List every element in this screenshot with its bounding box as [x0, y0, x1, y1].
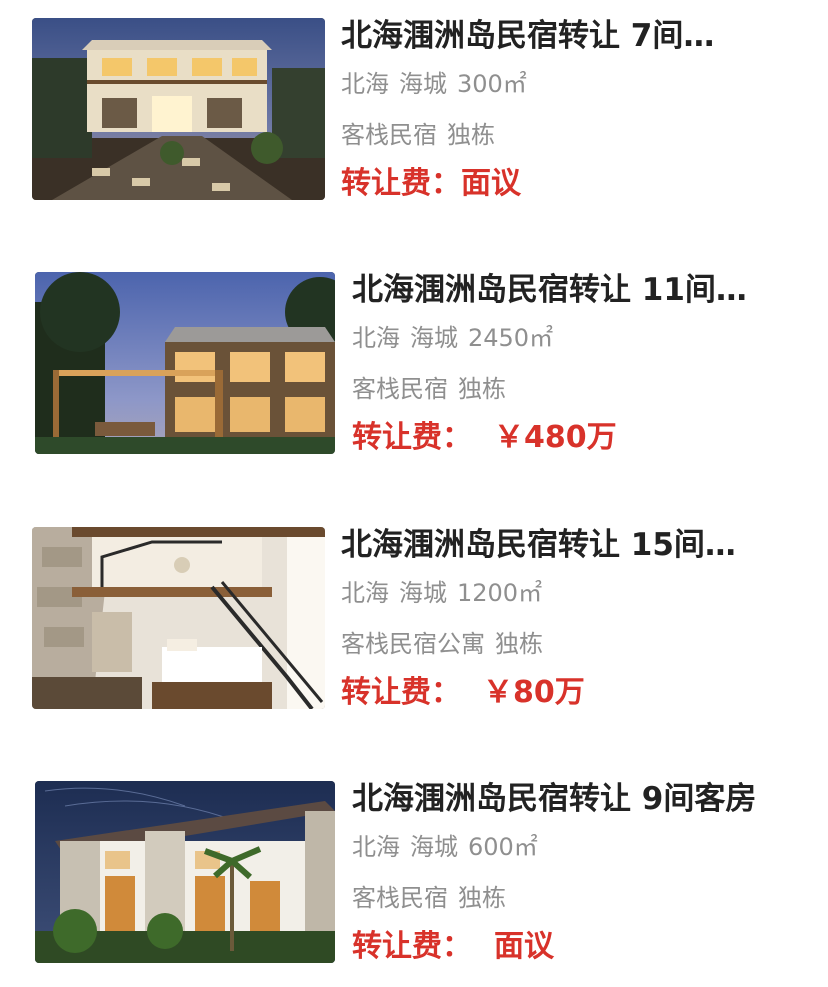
type-tag: 客栈民宿公寓 [341, 630, 485, 658]
building-tag: 独栋 [495, 630, 543, 658]
type-tag: 客栈民宿 [352, 375, 448, 403]
listing-card[interactable]: 北海涠洲岛民宿转让 7间… 北海 海城 300㎡ 客栈民宿 独栋 转让费：面议 [0, 16, 828, 216]
building-tag: 独栋 [458, 884, 506, 912]
area-label: 600㎡ [468, 833, 538, 861]
listing-title[interactable]: 北海涠洲岛民宿转让 9间客房 [352, 779, 812, 819]
price-value: 面议 [461, 166, 521, 201]
listing-title[interactable]: 北海涠洲岛民宿转让 11间… [352, 270, 812, 310]
city-label: 北海 [352, 833, 400, 861]
city-label: 北海 [352, 324, 400, 352]
city-label: 北海 [341, 70, 389, 98]
price-label: 转让费： [341, 166, 461, 201]
listing-tags: 客栈民宿 独栋 [341, 119, 495, 151]
building-tag: 独栋 [458, 375, 506, 403]
district-label: 海城 [399, 579, 447, 607]
price-label: 转让费： [352, 929, 472, 964]
villa-courtyard-night-image [32, 18, 325, 200]
building-tag: 独栋 [447, 121, 495, 149]
listing-tags: 客栈民宿 独栋 [352, 882, 506, 914]
transfer-fee: 转让费： ￥480万 [352, 418, 617, 458]
listing-location: 北海 海城 600㎡ [352, 831, 538, 863]
city-label: 北海 [341, 579, 389, 607]
area-label: 2450㎡ [468, 324, 554, 352]
area-label: 300㎡ [457, 70, 527, 98]
district-label: 海城 [410, 324, 458, 352]
listing-location: 北海 海城 1200㎡ [341, 577, 542, 609]
white-villa-palm-night-image [35, 781, 335, 963]
transfer-fee: 转让费：面议 [341, 164, 521, 204]
price-value: ￥480万 [494, 420, 617, 455]
transfer-fee: 转让费： 面议 [352, 927, 554, 967]
type-tag: 客栈民宿 [352, 884, 448, 912]
listing-title[interactable]: 北海涠洲岛民宿转让 7间… [341, 16, 801, 56]
listing-info: 北海涠洲岛民宿转让 7间… 北海 海城 300㎡ 客栈民宿 独栋 转让费：面议 [341, 16, 811, 216]
listing-photo[interactable] [32, 18, 325, 200]
loft-bedroom-interior-image [32, 527, 325, 709]
district-label: 海城 [410, 833, 458, 861]
listing-photo[interactable] [32, 527, 325, 709]
villa-pergola-dusk-image [35, 272, 335, 454]
listing-tags: 客栈民宿公寓 独栋 [341, 628, 543, 660]
area-label: 1200㎡ [457, 579, 543, 607]
listing-info: 北海涠洲岛民宿转让 11间… 北海 海城 2450㎡ 客栈民宿 独栋 转让费： ￥480… [352, 270, 812, 470]
district-label: 海城 [399, 70, 447, 98]
listing-photo[interactable] [35, 272, 335, 454]
listing-location: 北海 海城 2450㎡ [352, 322, 553, 354]
price-value: 面议 [494, 929, 554, 964]
listing-location: 北海 海城 300㎡ [341, 68, 527, 100]
price-label: 转让费： [341, 675, 461, 710]
listing-tags: 客栈民宿 独栋 [352, 373, 506, 405]
listing-card[interactable]: 北海涠洲岛民宿转让 15间… 北海 海城 1200㎡ 客栈民宿公寓 独栋 转让费： ￥8… [0, 525, 828, 725]
price-label: 转让费： [352, 420, 472, 455]
listing-card[interactable]: 北海涠洲岛民宿转让 11间… 北海 海城 2450㎡ 客栈民宿 独栋 转让费： ￥480… [0, 270, 828, 470]
listing-photo[interactable] [35, 781, 335, 963]
price-value: ￥80万 [483, 675, 585, 710]
listing-info: 北海涠洲岛民宿转让 9间客房 北海 海城 600㎡ 客栈民宿 独栋 转让费： 面议 [352, 779, 812, 979]
type-tag: 客栈民宿 [341, 121, 437, 149]
transfer-fee: 转让费： ￥80万 [341, 673, 585, 713]
listing-info: 北海涠洲岛民宿转让 15间… 北海 海城 1200㎡ 客栈民宿公寓 独栋 转让费： ￥8… [341, 525, 811, 725]
listing-card[interactable]: 北海涠洲岛民宿转让 9间客房 北海 海城 600㎡ 客栈民宿 独栋 转让费： 面议 [0, 779, 828, 979]
listing-title[interactable]: 北海涠洲岛民宿转让 15间… [341, 525, 801, 565]
